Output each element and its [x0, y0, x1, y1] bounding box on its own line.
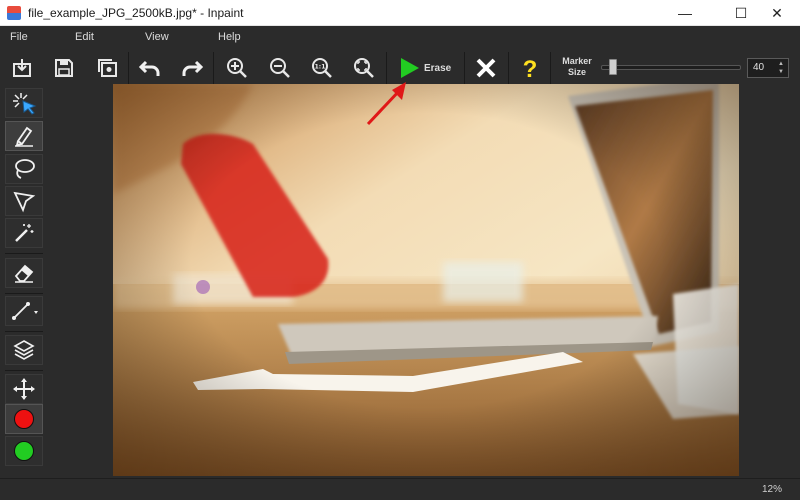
- eraser-tool[interactable]: [5, 258, 43, 288]
- minimize-button[interactable]: —: [662, 0, 708, 26]
- tool-divider: [5, 293, 43, 294]
- open-button[interactable]: [7, 53, 37, 83]
- menu-bar: File Edit View Help: [0, 26, 800, 50]
- redo-icon: [182, 60, 204, 76]
- select-tool[interactable]: [5, 88, 43, 118]
- tool-divider: [5, 331, 43, 332]
- layers-icon: [13, 340, 35, 360]
- green-color-swatch: [14, 441, 34, 461]
- window-title: file_example_JPG_2500kB.jpg* - Inpaint: [28, 6, 244, 20]
- marker-size-input[interactable]: 40 ▲ ▼: [747, 58, 789, 78]
- zoom-level: 12%: [761, 484, 782, 495]
- marker-icon: [15, 126, 33, 147]
- close-icon: [476, 58, 496, 78]
- move-icon: [13, 378, 35, 400]
- save-copy-icon: [98, 59, 117, 77]
- erase-label[interactable]: Erase: [424, 63, 451, 74]
- photo-image: [113, 84, 739, 476]
- menu-view[interactable]: View: [145, 31, 169, 43]
- play-icon: [401, 58, 419, 78]
- toolbar-divider: [128, 52, 129, 84]
- close-button[interactable]: ✕: [754, 0, 800, 26]
- help-button[interactable]: ?: [515, 53, 545, 83]
- status-bar: 12%: [0, 478, 800, 500]
- spin-arrows[interactable]: ▲ ▼: [778, 60, 786, 76]
- zoom-out-button[interactable]: [265, 53, 295, 83]
- tool-panel: [0, 86, 52, 478]
- image-canvas[interactable]: [113, 84, 739, 476]
- zoom-in-button[interactable]: [222, 53, 252, 83]
- redo-button[interactable]: [177, 53, 207, 83]
- open-icon: [13, 59, 31, 77]
- help-icon: ?: [523, 56, 538, 81]
- zoom-actual-size-button[interactable]: 1:1: [307, 53, 337, 83]
- tool-divider: [5, 370, 43, 371]
- svg-text:1:1: 1:1: [315, 64, 326, 71]
- marker-size-slider-thumb[interactable]: [609, 59, 617, 75]
- marker-size-label: Marker Size: [562, 56, 592, 77]
- line-tool[interactable]: [5, 296, 43, 326]
- select-icon: [13, 93, 37, 115]
- layers-tool[interactable]: [5, 335, 43, 365]
- toolbar-divider: [213, 52, 214, 84]
- marker-size-slider[interactable]: [601, 65, 741, 70]
- magic-wand-icon: [15, 224, 34, 242]
- eraser-icon: [14, 264, 34, 283]
- menu-edit[interactable]: Edit: [75, 31, 94, 43]
- line-icon: [12, 302, 38, 320]
- marker-size-value: 40: [753, 62, 765, 73]
- green-color-button[interactable]: [5, 436, 43, 466]
- svg-text:?: ?: [523, 56, 538, 81]
- polygonal-lasso-icon: [13, 191, 36, 213]
- marker-tool[interactable]: [5, 121, 43, 151]
- save-copy-button[interactable]: [92, 53, 122, 83]
- toolbar-divider: [550, 52, 551, 84]
- save-button[interactable]: [49, 53, 79, 83]
- red-color-swatch: [14, 409, 34, 429]
- title-bar: file_example_JPG_2500kB.jpg* - Inpaint —…: [0, 0, 800, 26]
- red-color-button[interactable]: [5, 404, 43, 434]
- menu-help[interactable]: Help: [218, 31, 241, 43]
- menu-file[interactable]: File: [10, 31, 28, 43]
- zoom-fit-icon: [354, 58, 374, 78]
- cancel-button[interactable]: [471, 53, 501, 83]
- polygonal-lasso-tool[interactable]: [5, 186, 43, 216]
- annotation-arrow: [366, 82, 406, 126]
- app-icon: [7, 6, 21, 20]
- lasso-icon: [15, 159, 35, 179]
- zoom-actual-icon: 1:1: [312, 58, 332, 78]
- tool-divider: [5, 253, 43, 254]
- zoom-out-icon: [270, 58, 290, 78]
- toolbar-divider: [508, 52, 509, 84]
- undo-icon: [138, 60, 160, 76]
- magic-wand-tool[interactable]: [5, 218, 43, 248]
- toolbar-divider: [464, 52, 465, 84]
- lasso-tool[interactable]: [5, 154, 43, 184]
- move-tool[interactable]: [5, 374, 43, 404]
- undo-button[interactable]: [135, 53, 165, 83]
- zoom-in-icon: [227, 58, 247, 78]
- save-icon: [55, 59, 73, 77]
